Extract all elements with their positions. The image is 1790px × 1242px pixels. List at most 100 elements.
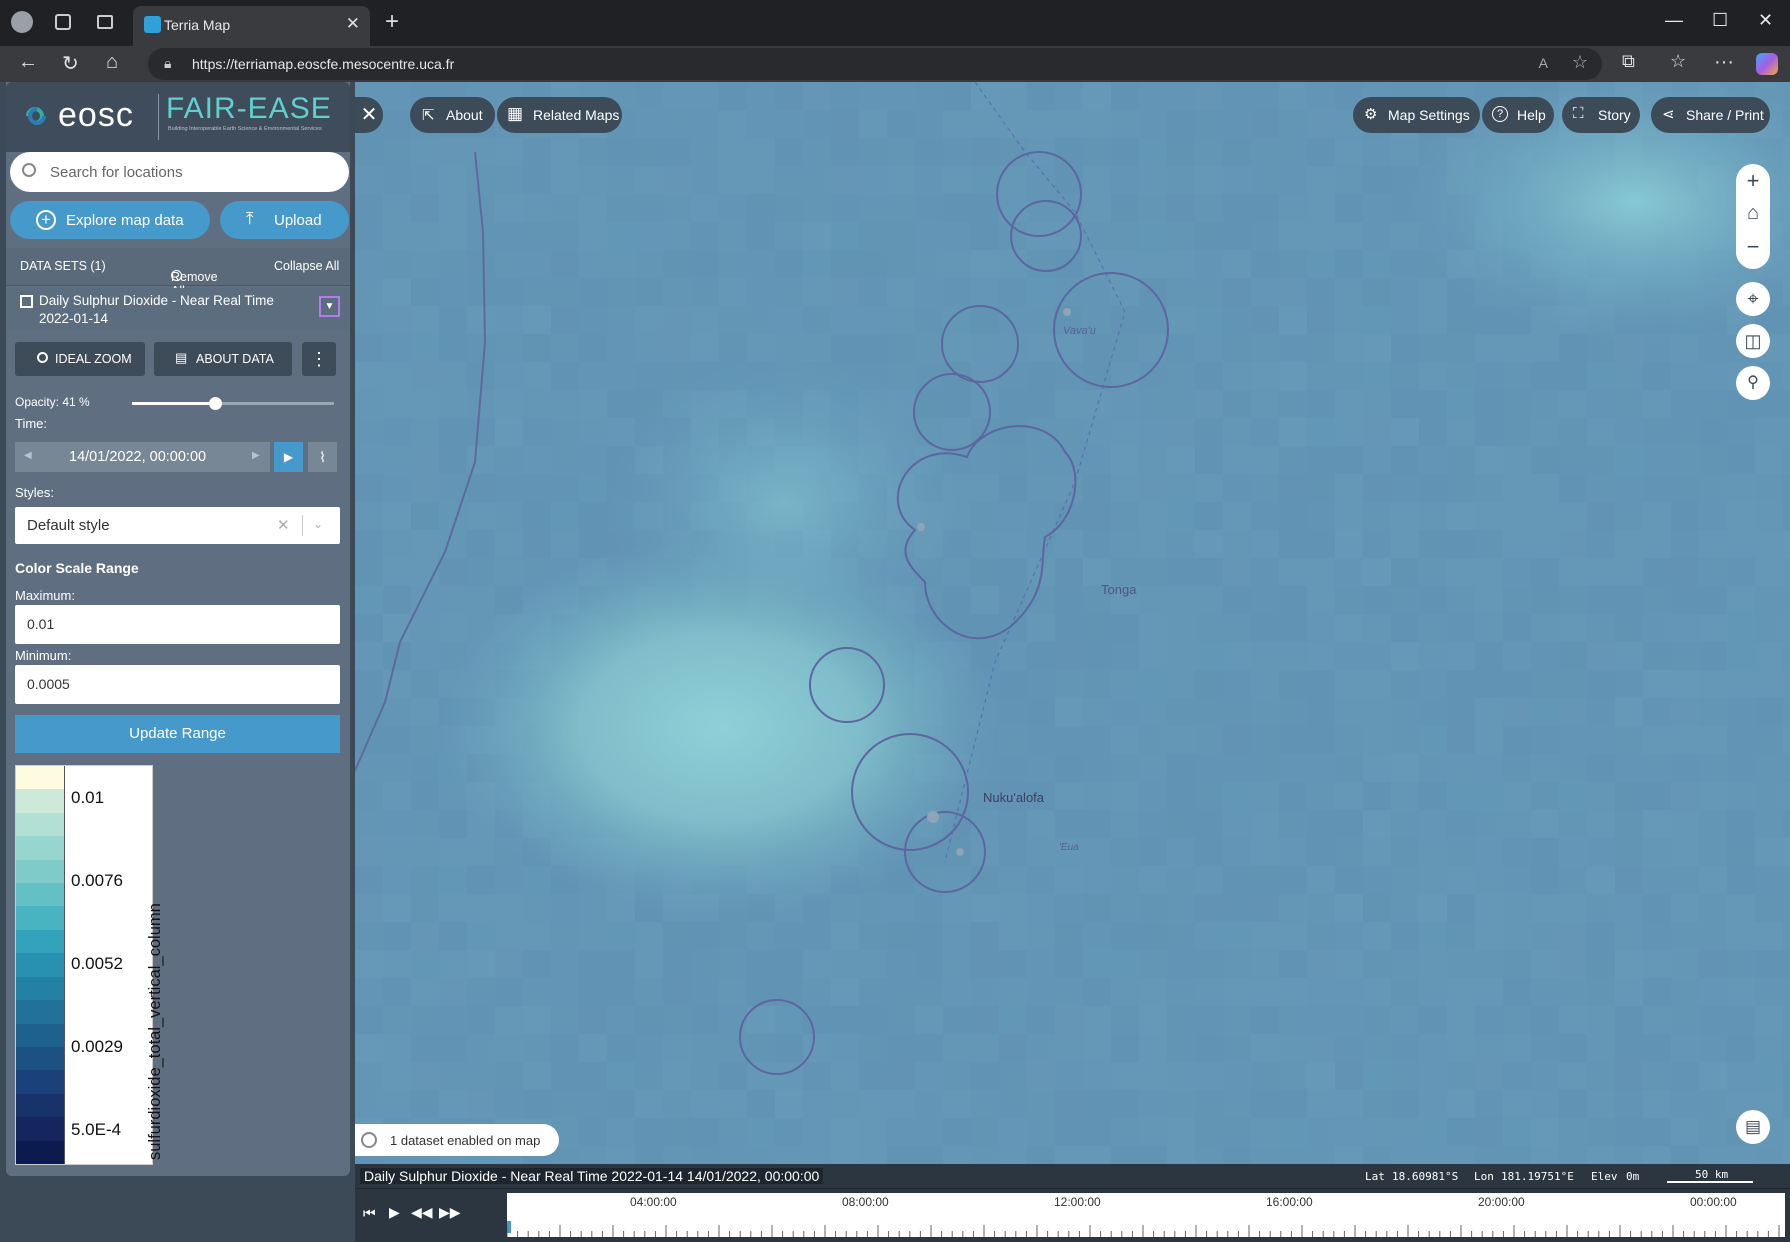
home-view-icon[interactable]: ⌂ (1736, 202, 1770, 225)
url-field[interactable]: 🔒︎ https://terriamap.eoscfe.mesocentre.u… (148, 48, 1602, 80)
help-icon: ? (1492, 106, 1508, 122)
share-print-button[interactable]: ⋖ Share / Print (1651, 97, 1770, 133)
browser-tab[interactable]: Terria Map ✕ (133, 6, 370, 46)
maximize-icon[interactable]: ☐ (1712, 10, 1728, 31)
maximum-input[interactable]: 0.01 (15, 605, 340, 644)
minimize-icon[interactable]: — (1665, 10, 1683, 31)
fairease-tagline: Building Interoperable Earth Science & E… (168, 126, 322, 132)
time-label: Time: (15, 416, 48, 431)
opacity-label: Opacity: 41 % (15, 395, 90, 409)
place-label-eua: 'Eua (1059, 842, 1079, 853)
timeline-tick-4: 20:00:00 (1478, 1195, 1525, 1209)
share-icon: ⋖ (1662, 106, 1675, 123)
about-data-button[interactable]: ▤ ABOUT DATA (154, 342, 292, 376)
time-picker: ◀ 14/01/2022, 00:00:00 ▶ (15, 442, 270, 472)
eosc-logo-text: eosc (58, 96, 134, 134)
workbench-panel: eosc FAIR-EASE Building Interoperable Ea… (6, 82, 350, 1176)
timeline-toggle-button[interactable]: ▶ (274, 442, 303, 472)
layer-menu-button[interactable]: ⋮ (302, 342, 336, 376)
help-button[interactable]: ? Help (1482, 97, 1554, 133)
layer-header: Daily Sulphur Dioxide - Near Real Time 2… (6, 288, 350, 330)
extensions-icon[interactable]: ⧉ (1622, 51, 1635, 72)
layer-visibility-checkbox[interactable] (20, 295, 33, 308)
home-icon[interactable]: ⌂ (106, 51, 118, 74)
split-compare-button[interactable]: ◫ (1736, 324, 1770, 358)
favorites-icon[interactable]: ☆ (1670, 51, 1686, 72)
search-input[interactable]: Search for locations (50, 164, 183, 181)
ideal-zoom-button[interactable]: IDEAL ZOOM (15, 342, 145, 376)
layer-time-readout: Daily Sulphur Dioxide - Near Real Time 2… (360, 1168, 824, 1184)
feedback-button[interactable]: ▤ (1736, 1110, 1770, 1144)
lock-icon[interactable]: 🔒︎ (164, 55, 171, 72)
plus-circle-icon: + (36, 210, 56, 230)
step-forward-icon[interactable]: ▶▶ (439, 1204, 461, 1221)
refresh-icon[interactable]: ↻ (62, 51, 79, 76)
previous-time-icon[interactable]: ◀ (24, 450, 32, 461)
datasets-header: DATA SETS (1) Remove All Collapse All (6, 248, 350, 298)
place-label-nukualofa: Nuku'alofa (983, 790, 1045, 805)
opacity-slider[interactable] (132, 397, 334, 410)
measure-icon: ⚲ (1747, 374, 1759, 391)
lat-label: Lat (1365, 1170, 1385, 1183)
related-maps-button[interactable]: ▦ Related Maps (497, 97, 622, 133)
story-icon: ⛶ (1573, 105, 1584, 122)
location-search-box[interactable]: Search for locations (10, 152, 349, 192)
copilot-icon[interactable] (1756, 53, 1778, 75)
chart-button[interactable]: ⌇ (308, 442, 337, 472)
style-select[interactable]: Default style ✕ ⌄ (15, 507, 340, 544)
browser-tab-bar: Terria Map ✕ + — ☐ ✕ (0, 0, 1790, 46)
legend: 0.01 0.0076 0.0052 0.0029 5.0E-4 sulfurd… (15, 765, 164, 1165)
elev-value: 0m (1626, 1170, 1640, 1183)
map-canvas[interactable] (355, 82, 1790, 1164)
select-divider (302, 515, 303, 536)
opacity-slider-handle[interactable] (208, 397, 222, 410)
layer-expand-button[interactable]: ▼ (319, 296, 340, 317)
read-aloud-icon[interactable]: A (1539, 55, 1548, 71)
update-range-button[interactable]: Update Range (15, 715, 340, 753)
map-settings-button[interactable]: ⚙ Map Settings (1353, 97, 1480, 133)
minimum-label: Minimum: (15, 648, 72, 663)
timeline-tick-2: 12:00:00 (1054, 1195, 1101, 1209)
new-tab-icon[interactable]: + (385, 8, 399, 36)
profile-icon[interactable] (11, 11, 33, 33)
step-back-icon[interactable]: ◀◀ (411, 1204, 433, 1221)
about-button[interactable]: ⇱ About (410, 97, 495, 133)
tab-actions-icon[interactable] (97, 15, 113, 29)
timeline-track[interactable]: 04:00:00 08:00:00 12:00:00 16:00:00 20:0… (507, 1193, 1785, 1237)
chevron-down-icon[interactable]: ⌄ (313, 517, 323, 531)
workspaces-icon[interactable] (55, 14, 71, 30)
play-icon[interactable]: ▶ (389, 1204, 400, 1221)
skip-start-icon[interactable]: ⏮︎ (363, 1205, 376, 1222)
legend-color-step (16, 789, 64, 814)
close-tab-icon[interactable]: ✕ (346, 14, 360, 34)
favorite-star-icon[interactable]: ☆ (1572, 52, 1588, 73)
timeline-tick-3: 16:00:00 (1266, 1195, 1313, 1209)
legend-value-min: 5.0E-4 (71, 1120, 122, 1139)
datasets-enabled-chip[interactable]: 1 dataset enabled on map (355, 1124, 559, 1156)
timeline-tick-1: 08:00:00 (842, 1195, 889, 1209)
collapse-all-button[interactable]: Collapse All (274, 259, 339, 273)
logo-divider (158, 94, 159, 140)
zoom-out-icon[interactable]: − (1736, 234, 1770, 260)
upload-button[interactable]: ⤒ Upload (220, 201, 349, 239)
close-window-icon[interactable]: ✕ (1758, 10, 1773, 31)
locate-me-button[interactable]: ⌖ (1736, 282, 1770, 316)
legend-color-step (16, 953, 64, 978)
back-icon[interactable]: ← (18, 51, 38, 74)
more-menu-icon[interactable]: ··· (1714, 51, 1734, 74)
map-view[interactable]: Vava'u Tonga Nuku'alofa 'Eua ✕ ⇱ About ▦… (355, 82, 1790, 1164)
clear-style-icon[interactable]: ✕ (277, 516, 290, 534)
measure-tool-button[interactable]: ⚲ (1736, 366, 1770, 400)
time-value[interactable]: 14/01/2022, 00:00:00 (69, 449, 206, 465)
legend-title: sulfurdioxide_total_vertical_column (146, 903, 164, 1160)
explore-map-data-button[interactable]: + Explore map data (10, 201, 210, 239)
elev-label: Elev (1591, 1170, 1618, 1183)
more-vert-icon: ⋮ (310, 349, 328, 369)
legend-color-step (16, 1070, 64, 1095)
lon-value: 181.19751°E (1501, 1170, 1574, 1183)
story-button[interactable]: ⛶ Story (1562, 97, 1640, 133)
zoom-in-icon[interactable]: + (1736, 168, 1770, 194)
next-time-icon[interactable]: ▶ (252, 450, 260, 461)
minimum-input[interactable]: 0.0005 (15, 665, 340, 704)
scale-bar (1667, 1181, 1753, 1183)
